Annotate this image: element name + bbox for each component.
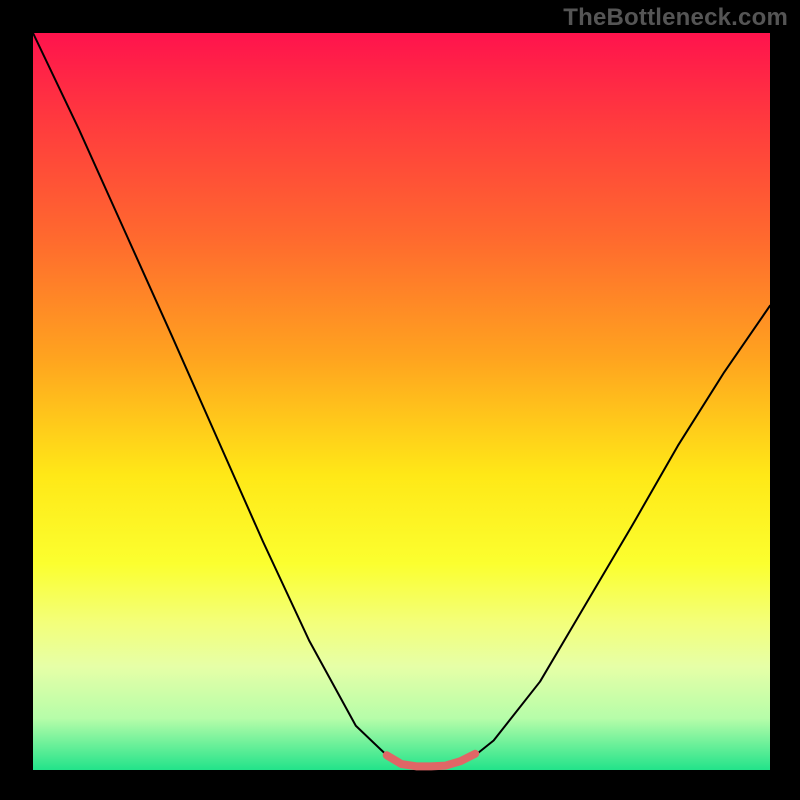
chart-canvas: TheBottleneck.com [0, 0, 800, 800]
chart-svg [0, 0, 800, 800]
watermark-text: TheBottleneck.com [563, 4, 788, 32]
plot-background [33, 33, 770, 770]
